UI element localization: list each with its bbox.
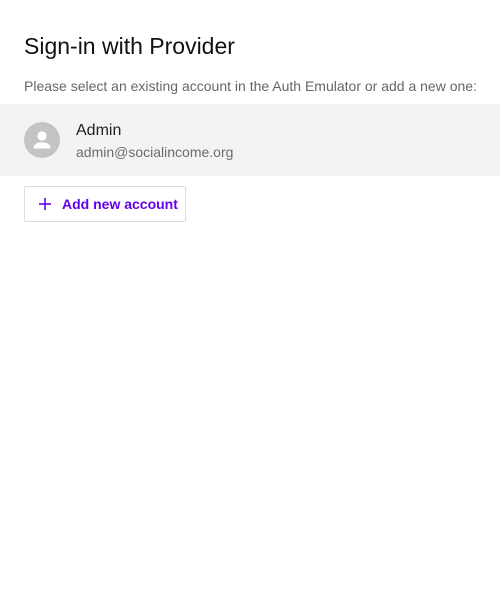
- person-icon: [33, 131, 51, 149]
- page-title: Sign-in with Provider: [24, 33, 235, 59]
- plus-icon: [39, 198, 51, 210]
- page-subtitle: Please select an existing account in the…: [24, 78, 477, 94]
- avatar: [24, 122, 60, 158]
- auth-emulator-page: Sign-in with Provider Please select an e…: [0, 0, 500, 600]
- account-list: Admin admin@socialincome.org: [0, 104, 500, 176]
- add-new-account-button[interactable]: Add new account: [24, 186, 186, 222]
- account-item-admin[interactable]: Admin admin@socialincome.org: [0, 104, 500, 176]
- account-email: admin@socialincome.org: [76, 144, 234, 160]
- account-name: Admin: [76, 122, 122, 139]
- add-new-account-label: Add new account: [62, 196, 178, 212]
